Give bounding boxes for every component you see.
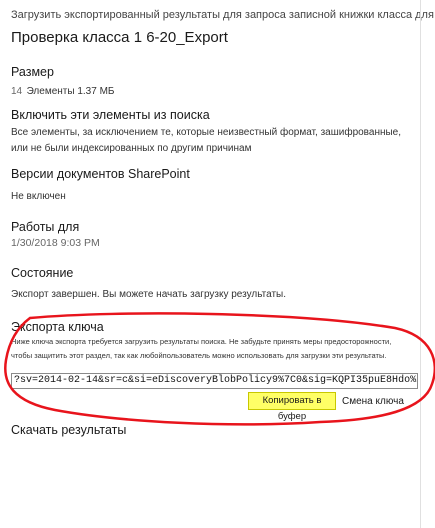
export-key-field[interactable]: ?sv=2014-02-14&sr=c&si=eDiscoveryBlobPol… — [11, 373, 418, 389]
include-value: Все элементы, за исключением те, которые… — [11, 127, 402, 154]
include-label: Включить эти элементы из поиска — [11, 108, 210, 122]
size-count: 14 — [11, 86, 23, 97]
export-results-panel: Загрузить экспортированный результаты дл… — [0, 0, 434, 528]
status-value: Экспорт завершен. Вы можете начать загру… — [11, 289, 287, 300]
size-label: Размер — [11, 65, 54, 79]
panel-scroll-edge — [420, 0, 421, 528]
status-label: Состояние — [11, 266, 74, 280]
change-key-button[interactable]: Смена ключа — [342, 396, 404, 407]
download-results-link[interactable]: Скачать результаты — [11, 423, 126, 437]
versions-label: Версии документов SharePoint — [11, 167, 190, 181]
works-date: 1/30/2018 9:03 PM — [11, 237, 100, 249]
versions-value: Не включен — [11, 191, 66, 202]
export-key-note: Ниже ключа экспорта требуется загрузить … — [11, 337, 392, 360]
panel-heading: Загрузить экспортированный результаты дл… — [11, 9, 434, 21]
works-label: Работы для — [11, 220, 80, 234]
size-value: Элементы 1.37 МБ — [26, 86, 115, 97]
size-row: 14 Элементы 1.37 МБ — [11, 81, 114, 99]
page-title: Проверка класса 1 6-20_Export — [11, 29, 228, 46]
copy-to-clipboard-button[interactable]: Копировать в буфер — [248, 392, 336, 422]
export-key-label: Экспорта ключа — [11, 320, 104, 334]
